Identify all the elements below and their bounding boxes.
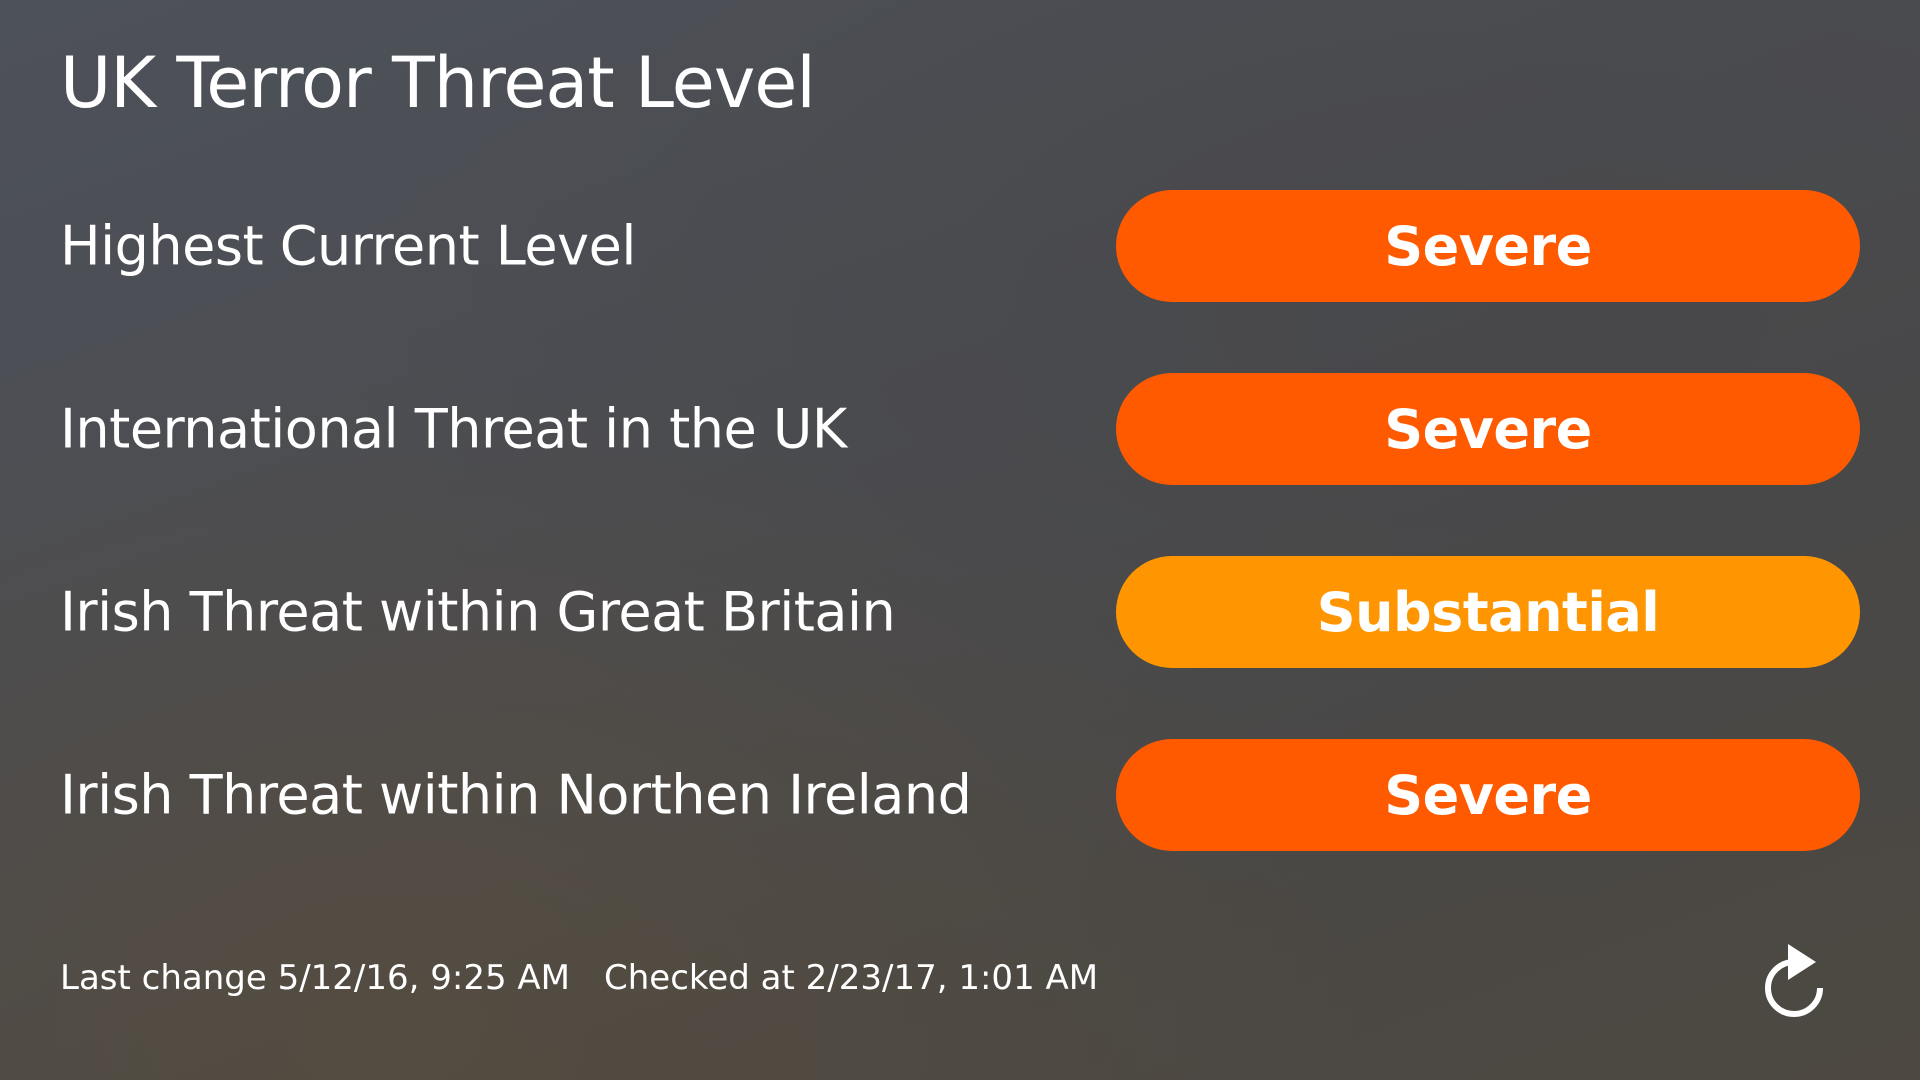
refresh-icon (1765, 944, 1823, 1017)
threat-row-irish-gb: Irish Threat within Great Britain Substa… (0, 556, 1920, 668)
row-label: International Threat in the UK (60, 397, 847, 461)
row-label: Irish Threat within Northen Ireland (60, 763, 972, 827)
threat-level-badge: Severe (1116, 373, 1860, 485)
threat-row-international: International Threat in the UK Severe (0, 373, 1920, 485)
last-change-text: Last change 5/12/16, 9:25 AM (60, 958, 570, 998)
row-label: Irish Threat within Great Britain (60, 580, 896, 644)
threat-level-badge: Severe (1116, 190, 1860, 302)
refresh-button[interactable] (1758, 940, 1830, 1020)
page-title: UK Terror Threat Level (60, 42, 816, 124)
threat-level-screen: UK Terror Threat Level Highest Current L… (0, 0, 1920, 1080)
threat-row-highest: Highest Current Level Severe (0, 190, 1920, 302)
threat-level-badge: Severe (1116, 739, 1860, 851)
status-footer: Last change 5/12/16, 9:25 AM Checked at 2… (60, 958, 1098, 998)
row-label: Highest Current Level (60, 214, 636, 278)
checked-at-text: Checked at 2/23/17, 1:01 AM (604, 958, 1099, 998)
threat-row-irish-ni: Irish Threat within Northen Ireland Seve… (0, 739, 1920, 851)
threat-level-badge: Substantial (1116, 556, 1860, 668)
